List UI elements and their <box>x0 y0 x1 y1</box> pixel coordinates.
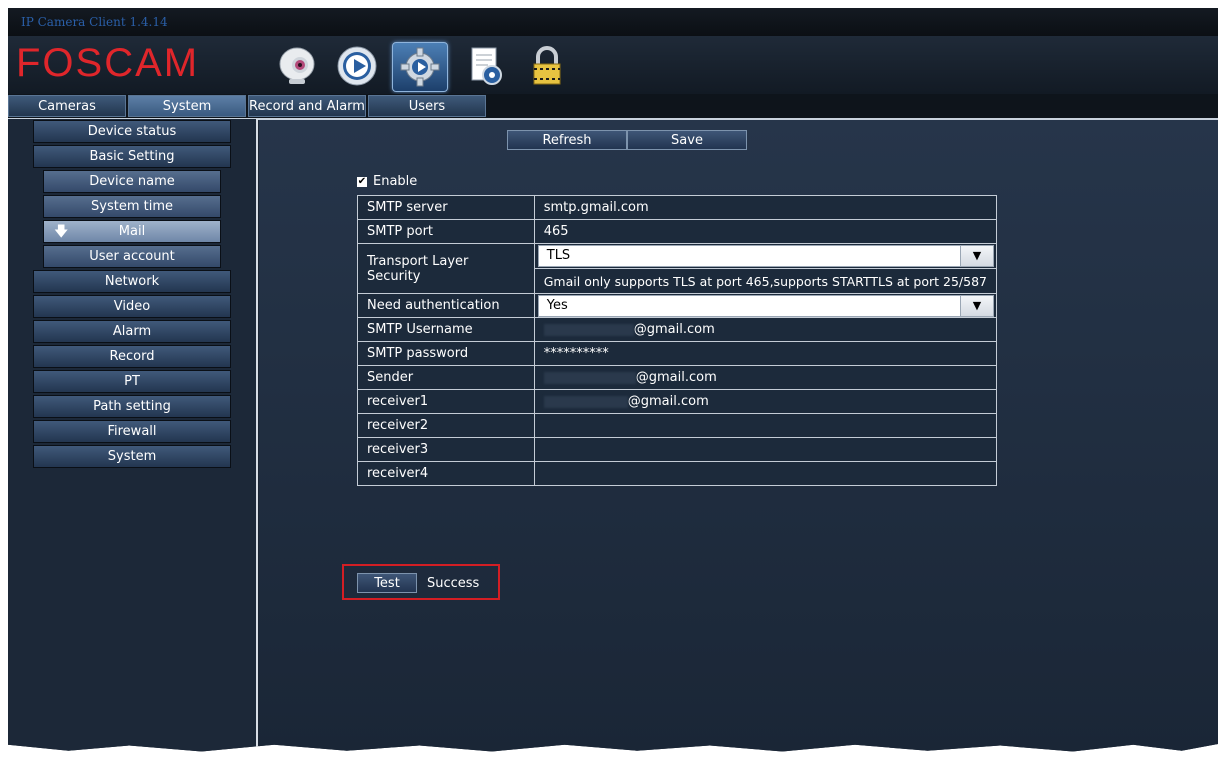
foscam-logo: FOSCAM <box>16 41 200 85</box>
panel-divider <box>256 119 258 752</box>
redacted-text <box>543 323 634 336</box>
sidebar-item-system-time[interactable]: System time <box>43 195 221 218</box>
lock-icon[interactable] <box>520 42 574 90</box>
sidebar-item-system[interactable]: System <box>33 445 231 468</box>
sender-value: @gmail.com <box>635 370 717 385</box>
sender-label: Sender <box>357 365 535 390</box>
app-window: IP Camera Client 1.4.14 FOSCAM Cameras S… <box>8 8 1218 752</box>
sidebar-item-label: Mail <box>118 224 146 239</box>
table-row: Need authentication Yes ▼ <box>357 293 998 318</box>
table-row: receiver1 @gmail.com <box>357 389 998 414</box>
table-row: receiver4 <box>357 461 998 486</box>
tab-cameras[interactable]: Cameras <box>8 95 126 117</box>
table-row: SMTP password ********** <box>357 341 998 366</box>
smtp-server-input[interactable]: smtp.gmail.com <box>533 195 998 220</box>
sender-input[interactable]: @gmail.com <box>533 365 998 390</box>
window-title: IP Camera Client 1.4.14 <box>21 15 168 29</box>
enable-row: ✔ Enable <box>357 174 417 189</box>
auth-select[interactable]: Yes ▼ <box>537 294 994 317</box>
tls-select[interactable]: TLS ▼ <box>537 245 994 267</box>
top-nav: Cameras System Record and Alarm Users <box>8 94 1218 118</box>
tls-label: Transport Layer Security <box>357 243 535 294</box>
webcam-icon[interactable] <box>270 42 324 90</box>
receiver4-input[interactable] <box>533 461 998 486</box>
receiver3-input[interactable] <box>533 437 998 462</box>
sidebar-item-device-name[interactable]: Device name <box>43 170 221 193</box>
dropdown-arrow-icon[interactable]: ▼ <box>960 246 993 266</box>
auth-label: Need authentication <box>357 293 535 318</box>
tab-system[interactable]: System <box>128 95 246 117</box>
sidebar-item-record[interactable]: Record <box>33 345 231 368</box>
tab-users[interactable]: Users <box>368 95 486 117</box>
header: FOSCAM <box>8 36 1218 94</box>
tls-selected-value: TLS <box>546 248 571 263</box>
sidebar-item-device-status[interactable]: Device status <box>33 120 231 143</box>
playback-icon[interactable] <box>330 42 384 90</box>
log-document-icon[interactable] <box>458 42 512 90</box>
save-button[interactable]: Save <box>627 130 747 150</box>
enable-checkbox[interactable]: ✔ <box>357 176 367 187</box>
settings-gear-icon[interactable] <box>392 42 448 92</box>
receiver1-input[interactable]: @gmail.com <box>533 389 998 414</box>
sidebar-item-alarm[interactable]: Alarm <box>33 320 231 343</box>
table-row: receiver3 <box>357 437 998 462</box>
sidebar-item-video[interactable]: Video <box>33 295 231 318</box>
smtp-password-input[interactable]: ********** <box>533 341 998 366</box>
tls-note: Gmail only supports TLS at port 465,supp… <box>533 268 998 294</box>
receiver1-value: @gmail.com <box>627 394 709 409</box>
sidebar-item-firewall[interactable]: Firewall <box>33 420 231 443</box>
smtp-port-input[interactable]: 465 <box>533 219 998 244</box>
receiver3-label: receiver3 <box>357 437 535 462</box>
sidebar-item-user-account[interactable]: User account <box>43 245 221 268</box>
receiver1-label: receiver1 <box>357 389 535 414</box>
sidebar-item-mail[interactable]: 🡇 Mail <box>43 220 221 243</box>
test-button[interactable]: Test <box>357 573 417 593</box>
enable-label: Enable <box>373 174 418 189</box>
smtp-username-value: @gmail.com <box>633 322 715 337</box>
receiver2-label: receiver2 <box>357 413 535 438</box>
dropdown-arrow-icon[interactable]: ▼ <box>960 295 993 316</box>
sidebar-item-pt[interactable]: PT <box>33 370 231 393</box>
sidebar-item-path-setting[interactable]: Path setting <box>33 395 231 418</box>
table-row: receiver2 <box>357 413 998 438</box>
arrow-down-icon: 🡇 <box>54 224 69 240</box>
tls-cell: TLS ▼ <box>533 243 998 269</box>
tab-record-and-alarm[interactable]: Record and Alarm <box>248 95 366 117</box>
smtp-username-label: SMTP Username <box>357 317 535 342</box>
refresh-button[interactable]: Refresh <box>507 130 627 150</box>
sidebar-item-network[interactable]: Network <box>33 270 231 293</box>
mail-settings-table: SMTP server smtp.gmail.com SMTP port 465… <box>357 195 998 486</box>
smtp-username-input[interactable]: @gmail.com <box>533 317 998 342</box>
test-result: Success <box>427 576 480 591</box>
sidebar: Device status Basic Setting Device name … <box>8 119 256 752</box>
table-row: SMTP port 465 <box>357 219 998 244</box>
smtp-port-label: SMTP port <box>357 219 535 244</box>
redacted-text <box>543 371 636 384</box>
redacted-text <box>543 395 628 408</box>
table-row: Transport Layer Security TLS ▼ <box>357 243 998 294</box>
sidebar-item-basic-setting[interactable]: Basic Setting <box>33 145 231 168</box>
auth-selected-value: Yes <box>546 297 568 313</box>
receiver4-label: receiver4 <box>357 461 535 486</box>
smtp-password-label: SMTP password <box>357 341 535 366</box>
smtp-server-label: SMTP server <box>357 195 535 220</box>
mail-settings-panel: Refresh Save ✔ Enable SMTP server smtp.gm… <box>259 120 1218 752</box>
auth-cell: Yes ▼ <box>533 293 998 318</box>
table-row: SMTP Username @gmail.com <box>357 317 998 342</box>
table-row: Sender @gmail.com <box>357 365 998 390</box>
title-bar: IP Camera Client 1.4.14 <box>8 8 1218 36</box>
receiver2-input[interactable] <box>533 413 998 438</box>
table-row: SMTP server smtp.gmail.com <box>357 195 998 220</box>
